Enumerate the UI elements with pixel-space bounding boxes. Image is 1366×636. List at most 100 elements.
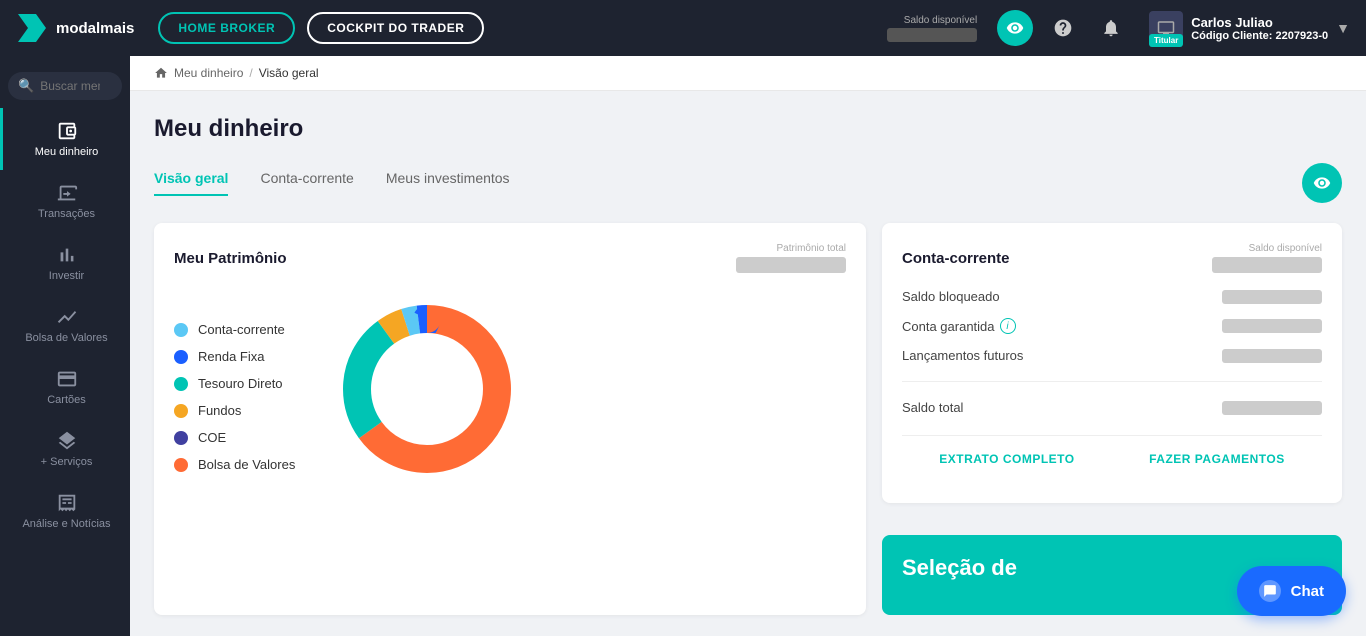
user-area: Titular Carlos Juliao Código Cliente: 22… [1149,11,1350,45]
chat-label: Chat [1291,583,1324,600]
chat-icon [1263,584,1277,598]
legend-dot-tesouro-direto [174,377,188,391]
conta-rows: Saldo bloqueado Conta garantida i [902,289,1322,415]
sidebar-item-investir[interactable]: Investir [0,232,130,294]
toggle-visibility-button[interactable] [997,10,1033,46]
help-button[interactable] [1045,10,1081,46]
user-dropdown-button[interactable]: ▼ [1336,20,1350,36]
sidebar-item-cartoes[interactable]: Cartões [0,356,130,418]
divider [902,381,1322,382]
donut-chart [327,289,527,489]
patrimony-legend: Conta-corrente Renda Fixa Tesouro Direto [174,322,295,472]
list-item: Bolsa de Valores [174,457,295,472]
main-content: Meu dinheiro / Visão geral Meu dinheiro … [130,56,1366,636]
table-row: Saldo bloqueado [902,289,1322,304]
sidebar-item-label: Análise e Notícias [22,518,110,530]
extrato-completo-button[interactable]: EXTRATO COMPLETO [939,452,1074,466]
breadcrumb-current: Visão geral [259,66,319,80]
lancamentos-futuros-value [1222,349,1322,363]
legend-dot-coe [174,431,188,445]
lancamentos-futuros-label: Lançamentos futuros [902,348,1023,363]
legend-label-coe: COE [198,430,226,445]
right-column: Conta-corrente Saldo disponível Saldo bl… [882,223,1342,615]
list-item: COE [174,430,295,445]
patrimony-total-value [736,257,846,273]
bell-icon [1101,18,1121,38]
breadcrumb-separator: / [249,66,252,80]
breadcrumb: Meu dinheiro / Visão geral [130,56,1366,91]
saldo-disponivel-area: Saldo disponível [887,15,977,42]
list-item: Renda Fixa [174,349,295,364]
conta-actions: EXTRATO COMPLETO FAZER PAGAMENTOS [902,435,1322,466]
user-name: Carlos Juliao [1191,15,1328,30]
legend-label-fundos: Fundos [198,403,241,418]
list-item: Conta-corrente [174,322,295,337]
eye-tab-icon [1313,174,1331,192]
search-input[interactable] [40,79,100,93]
conta-saldo-label: Saldo disponível [1249,243,1322,254]
sidebar-item-bolsa-valores[interactable]: Bolsa de Valores [0,294,130,356]
list-item: Tesouro Direto [174,376,295,391]
patrimony-card-title: Meu Patrimônio [174,250,287,267]
table-row: Lançamentos futuros [902,348,1322,363]
conta-garantida-label: Conta garantida i [902,318,1016,334]
legend-label-conta-corrente: Conta-corrente [198,322,285,337]
legend-label-bolsa: Bolsa de Valores [198,457,295,472]
home-breadcrumb-icon [154,66,168,80]
tab-conta-corrente[interactable]: Conta-corrente [260,170,353,196]
conta-garantida-value [1222,319,1322,333]
table-row: Conta garantida i [902,318,1322,334]
avatar: Titular [1149,11,1183,45]
saldo-bar [887,28,977,42]
chat-button[interactable]: Chat [1237,566,1346,616]
tabs-row: Visão geral Conta-corrente Meus investim… [154,163,1342,203]
legend-label-renda-fixa: Renda Fixa [198,349,264,364]
saldo-total-value [1222,401,1322,415]
patrimony-total-label: Patrimônio total [777,243,846,254]
notifications-button[interactable] [1093,10,1129,46]
page-title: Meu dinheiro [154,115,1342,143]
transactions-icon [56,182,78,204]
logo-text: modalmais [56,20,134,37]
legend-dot-fundos [174,404,188,418]
patrimony-total-area: Patrimônio total [736,243,846,273]
saldo-label: Saldo disponível [904,15,977,26]
fazer-pagamentos-button[interactable]: FAZER PAGAMENTOS [1149,452,1285,466]
tab-visao-geral[interactable]: Visão geral [154,170,228,196]
saldo-bloqueado-value [1222,290,1322,304]
sidebar: 🔍 Meu dinheiro Transações Investir [0,56,130,636]
logo: modalmais [16,12,134,44]
legend-dot-conta-corrente [174,323,188,337]
legend-dot-renda-fixa [174,350,188,364]
breadcrumb-home[interactable]: Meu dinheiro [174,66,243,80]
sidebar-item-label: Meu dinheiro [35,146,99,158]
sidebar-item-meu-dinheiro[interactable]: Meu dinheiro [0,108,130,170]
main-layout: 🔍 Meu dinheiro Transações Investir [0,56,1366,636]
titular-badge: Titular [1149,34,1183,47]
sidebar-item-label: Investir [49,270,84,282]
sidebar-search[interactable]: 🔍 [8,72,122,100]
selecao-title: Seleção de [902,555,1017,580]
chart-bar-icon [56,244,78,266]
cockpit-trader-button[interactable]: COCKPIT DO TRADER [307,12,484,44]
legend-dot-bolsa [174,458,188,472]
sidebar-item-analise[interactable]: Análise e Notícias [0,480,130,542]
sidebar-item-label: Bolsa de Valores [25,332,107,344]
home-broker-button[interactable]: HOME BROKER [158,12,295,44]
topnav: modalmais HOME BROKER COCKPIT DO TRADER … [0,0,1366,56]
legend-label-tesouro-direto: Tesouro Direto [198,376,283,391]
saldo-bloqueado-label: Saldo bloqueado [902,289,1000,304]
user-info: Carlos Juliao Código Cliente: 2207923-0 [1191,15,1328,42]
page-body: Meu dinheiro Visão geral Conta-corrente … [130,91,1366,631]
logo-icon [16,12,48,44]
sidebar-item-mais-servicos[interactable]: + Serviços [0,418,130,480]
chat-bubble-icon [1259,580,1281,602]
patrimony-card: Meu Patrimônio Patrimônio total Conta-co… [154,223,866,615]
layers-icon [56,430,78,452]
conta-card-title: Conta-corrente [902,250,1010,267]
tab-meus-investimentos[interactable]: Meus investimentos [386,170,510,196]
toggle-values-button[interactable] [1302,163,1342,203]
info-icon[interactable]: i [1000,318,1016,334]
conta-corrente-card: Conta-corrente Saldo disponível Saldo bl… [882,223,1342,503]
sidebar-item-transacoes[interactable]: Transações [0,170,130,232]
